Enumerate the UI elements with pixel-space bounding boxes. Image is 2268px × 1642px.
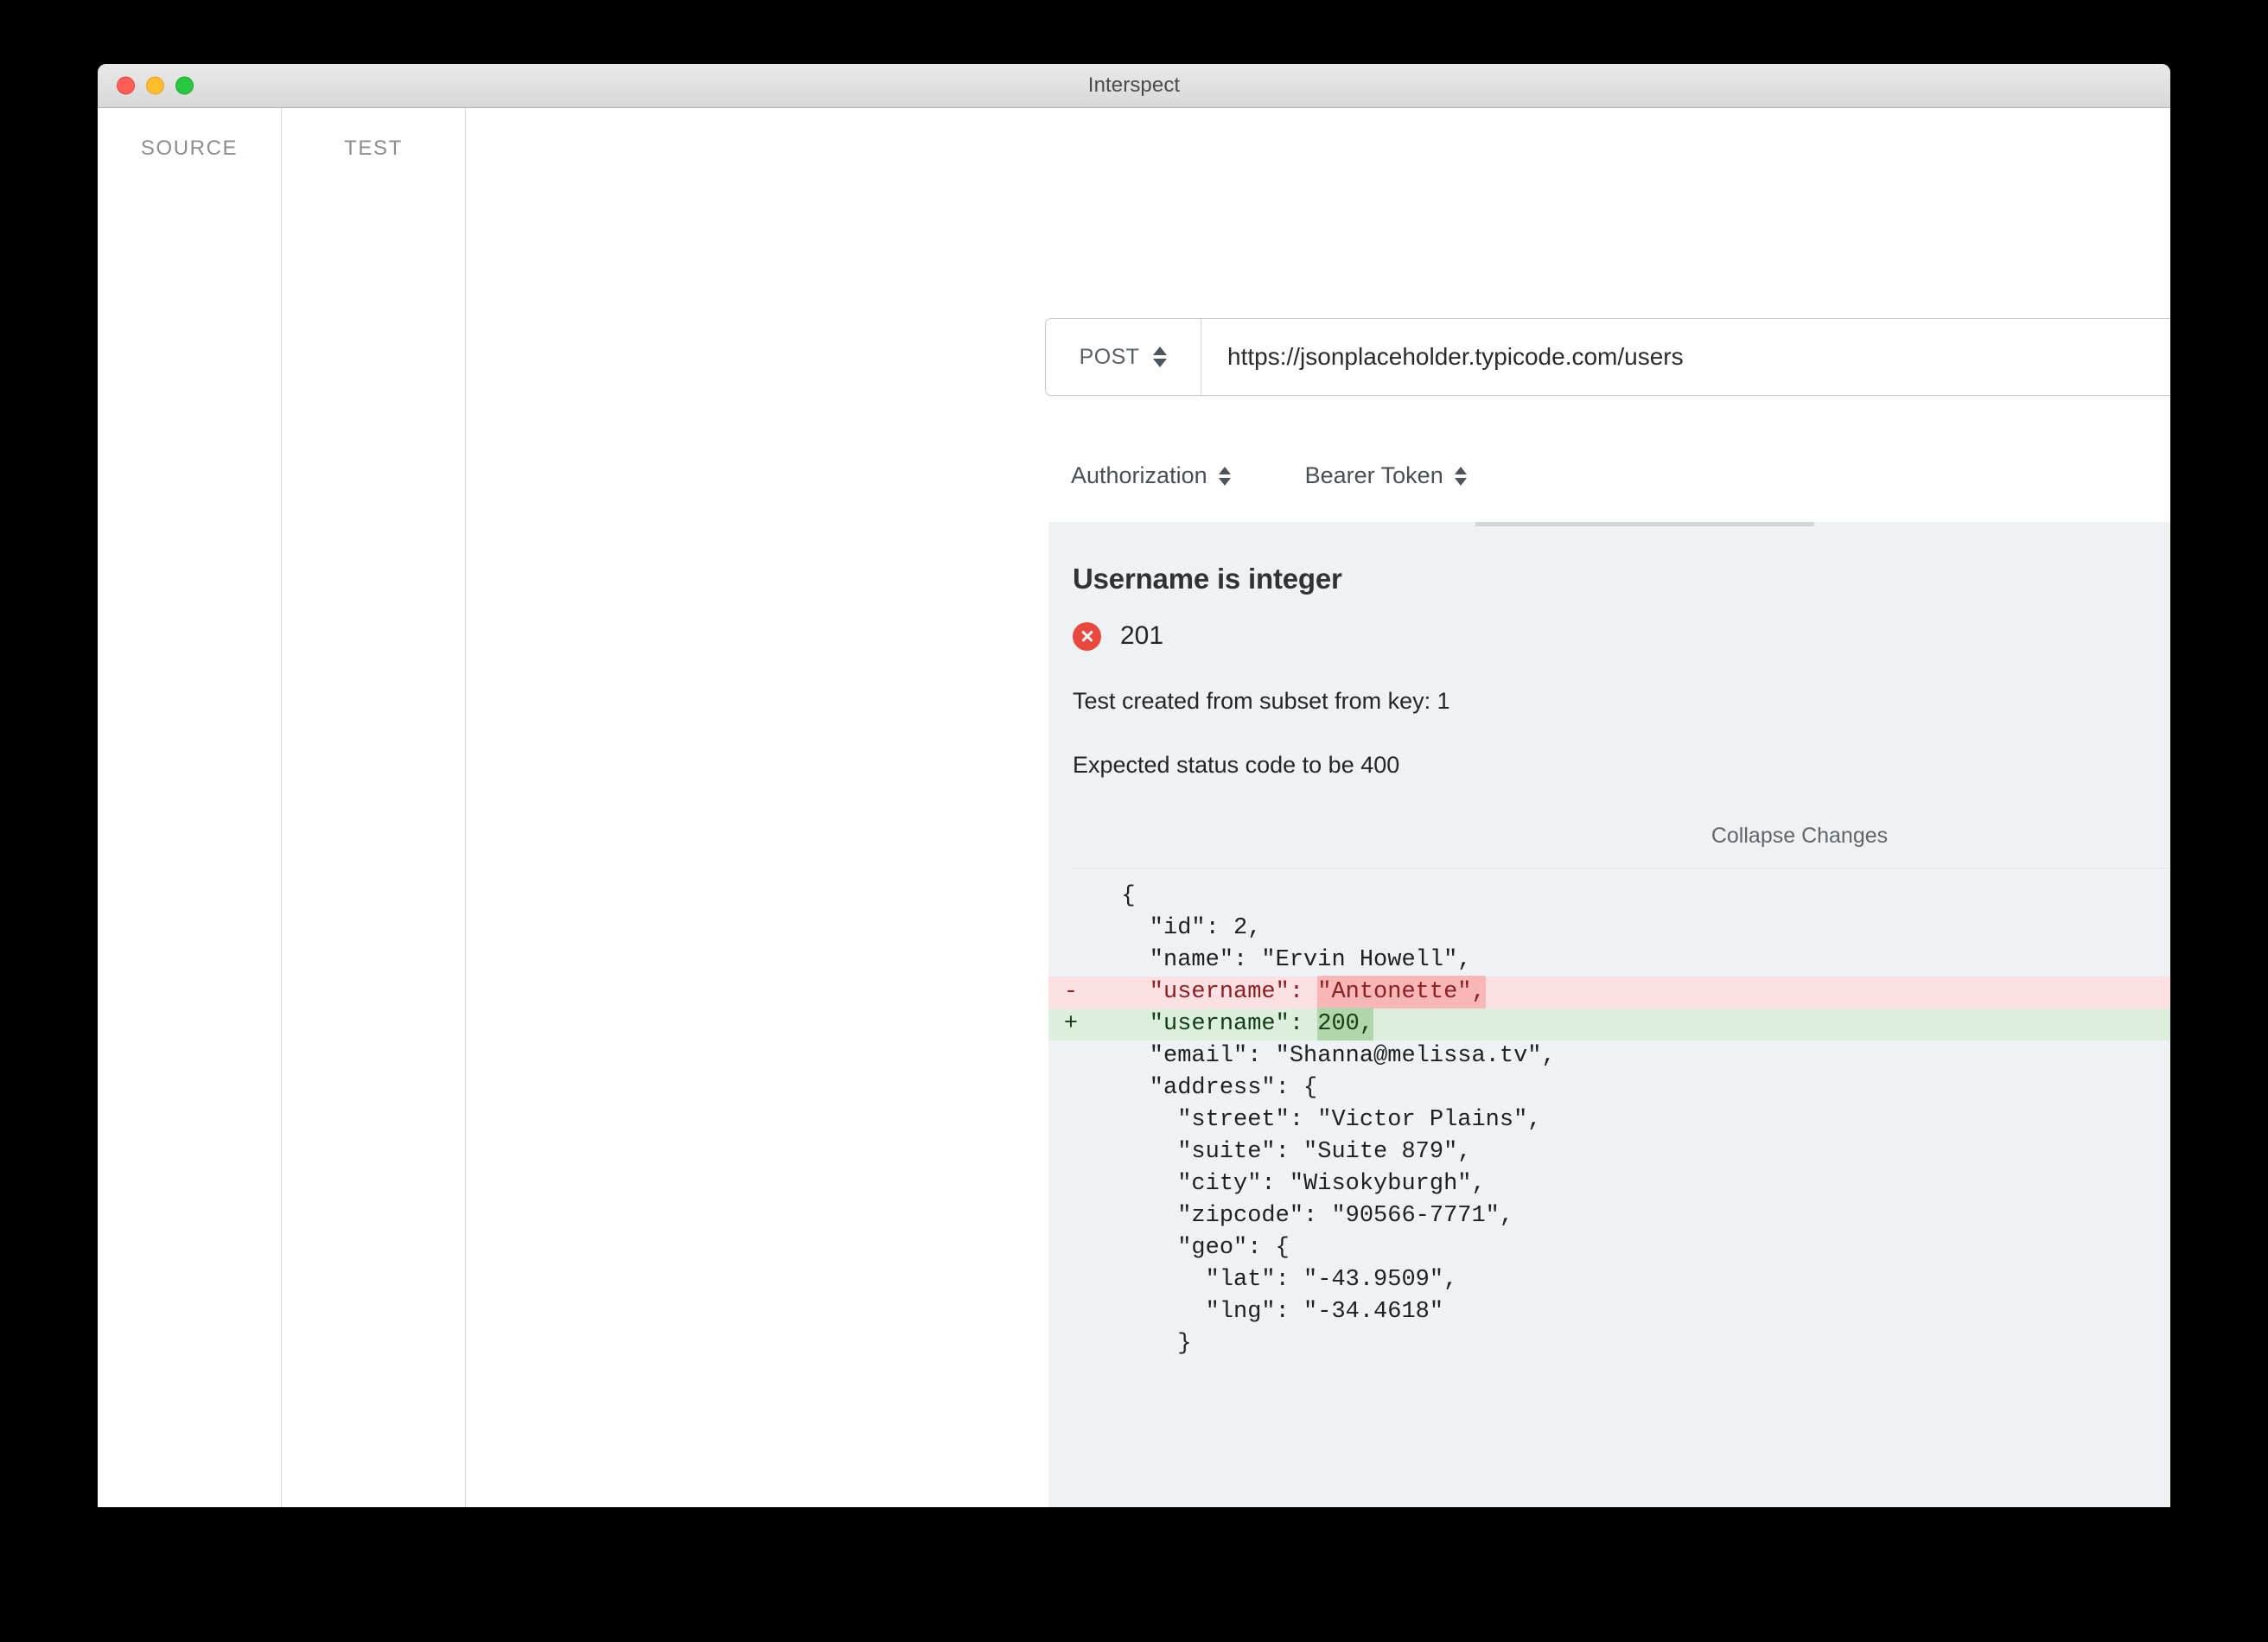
diff-line-code: "zipcode": "90566-7771", (1093, 1200, 2170, 1232)
status-row: 201 (1073, 621, 2170, 651)
diff-line-code: "email": "Shanna@melissa.tv", (1093, 1041, 2170, 1072)
diff-inline-highlight: 200, (1317, 1008, 1373, 1041)
collapse-changes-link[interactable]: Collapse Changes (1711, 824, 1888, 849)
diff-line-code: "suite": "Suite 879", (1093, 1136, 2170, 1168)
diff-line-code: "street": "Victor Plains", (1093, 1104, 2170, 1136)
diff-line-ctx: "city": "Wisokyburgh", (1048, 1168, 2170, 1200)
diff-line-code: } (1093, 1328, 2170, 1360)
diff-line-code: "geo": { (1093, 1232, 2170, 1264)
window-body: SOURCE TEST POST https://jsonplaceholder… (98, 108, 2170, 1507)
diff-line-code: "username": 200, (1093, 1009, 2170, 1041)
diff-line-add: + "username": 200, (1048, 1009, 2170, 1041)
minimize-window-button[interactable] (146, 77, 164, 95)
collapse-changes-row: Collapse Changes (1073, 824, 2170, 869)
request-bar: POST https://jsonplaceholder.typicode.co… (1045, 318, 2170, 396)
active-tab-indicator (1475, 522, 1814, 526)
window-title: Interspect (98, 73, 2170, 98)
sidebar-column-test[interactable]: TEST (282, 108, 466, 1507)
diff-line-ctx: } (1048, 1328, 2170, 1360)
diff-gutter-marker: - (1048, 977, 1093, 1009)
zoom-window-button[interactable] (175, 77, 194, 95)
diff-line-code: "name": "Ervin Howell", (1093, 945, 2170, 977)
diff-line-ctx: { (1048, 881, 2170, 913)
diff-line-code: "lat": "-43.9509", (1093, 1264, 2170, 1296)
main-content-area: POST https://jsonplaceholder.typicode.co… (466, 108, 2170, 1507)
auth-scheme-select[interactable]: Bearer Token (1305, 462, 1467, 489)
diff-line-ctx: "name": "Ervin Howell", (1048, 945, 2170, 977)
sidebar-column-source[interactable]: SOURCE (98, 108, 282, 1507)
test-title: Username is integer (1073, 563, 2170, 595)
diff-line-ctx: "zipcode": "90566-7771", (1048, 1200, 2170, 1232)
diff-line-code: "lng": "-34.4618" (1093, 1296, 2170, 1328)
diff-line-ctx: "suite": "Suite 879", (1048, 1136, 2170, 1168)
auth-selector-row: Authorization Bearer Token (1071, 462, 1467, 489)
diff-line-ctx: "lng": "-34.4618" (1048, 1296, 2170, 1328)
sidebar-item-source-label: SOURCE (98, 137, 281, 161)
diff-line-ctx: "email": "Shanna@melissa.tv", (1048, 1041, 2170, 1072)
diff-inline-highlight: "Antonette", (1317, 976, 1485, 1009)
test-origin-message: Test created from subset from key: 1 (1073, 688, 2170, 715)
diff-line-ctx: "address": { (1048, 1072, 2170, 1104)
http-method-value: POST (1080, 345, 1140, 370)
diff-line-code: "id": 2, (1093, 913, 2170, 945)
authorization-type-value: Authorization (1071, 462, 1207, 489)
traffic-light-controls (117, 77, 194, 95)
diff-line-code: { (1093, 881, 2170, 913)
request-url-input[interactable]: https://jsonplaceholder.typicode.com/use… (1201, 319, 2170, 395)
diff-viewer: { "id": 2, "name": "Ervin Howell",- "use… (1048, 869, 2170, 1360)
chevron-updown-icon (1153, 347, 1167, 367)
window-title-bar: Interspect (98, 64, 2170, 108)
chevron-updown-icon (1455, 467, 1467, 486)
diff-line-code: "city": "Wisokyburgh", (1093, 1168, 2170, 1200)
status-code-value: 201 (1120, 621, 1163, 651)
auth-scheme-value: Bearer Token (1305, 462, 1443, 489)
diff-line-ctx: "id": 2, (1048, 913, 2170, 945)
diff-line-ctx: "street": "Victor Plains", (1048, 1104, 2170, 1136)
chevron-updown-icon (1219, 467, 1231, 486)
diff-line-ctx: "geo": { (1048, 1232, 2170, 1264)
close-window-button[interactable] (117, 77, 135, 95)
diff-gutter-marker: + (1048, 1009, 1093, 1041)
http-method-select[interactable]: POST (1046, 319, 1201, 395)
authorization-type-select[interactable]: Authorization (1071, 462, 1231, 489)
diff-line-del: - "username": "Antonette", (1048, 977, 2170, 1009)
diff-line-ctx: "lat": "-43.9509", (1048, 1264, 2170, 1296)
test-result-header: Username is integer 201 Test created fro… (1048, 522, 2170, 869)
application-window: Interspect SOURCE TEST POST https://json… (98, 64, 2170, 1507)
sidebar-item-test-label: TEST (282, 137, 465, 161)
error-circle-x-icon (1073, 622, 1101, 651)
test-expectation-message: Expected status code to be 400 (1073, 752, 2170, 779)
diff-line-code: "address": { (1093, 1072, 2170, 1104)
diff-line-code: "username": "Antonette", (1093, 977, 2170, 1009)
test-result-panel: Username is integer 201 Test created fro… (1048, 522, 2170, 1507)
